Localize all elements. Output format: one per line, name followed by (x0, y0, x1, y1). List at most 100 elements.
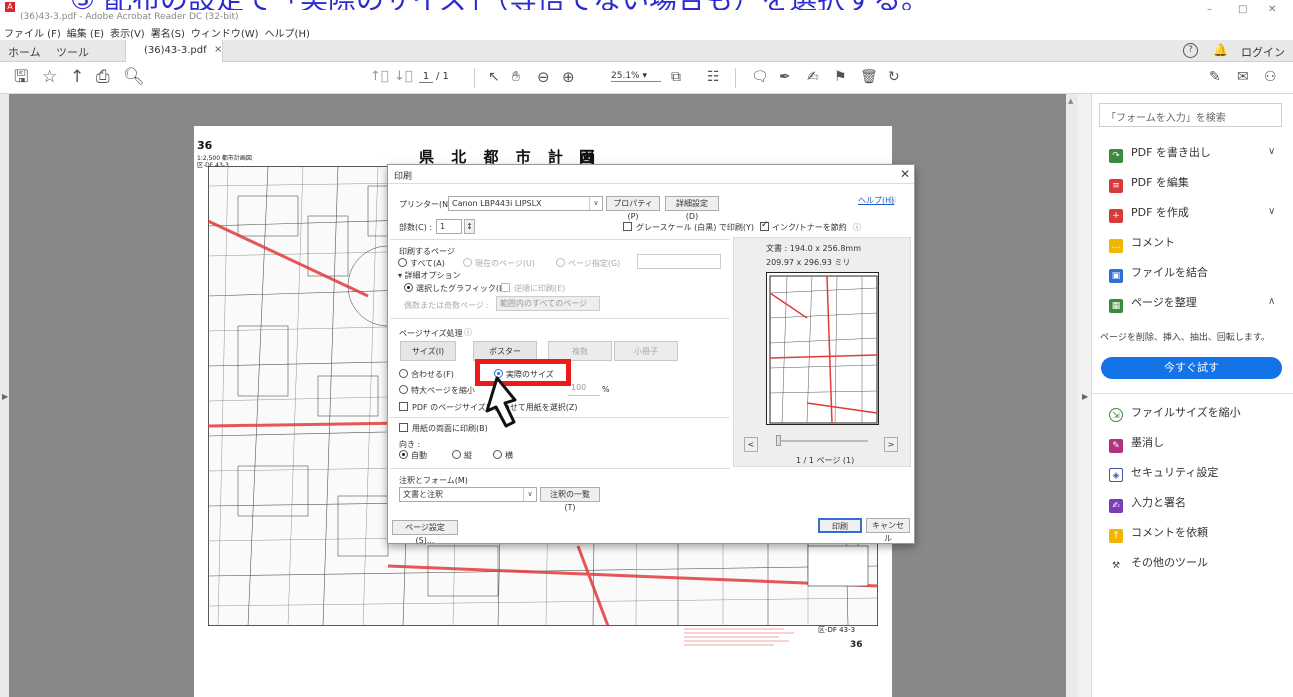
menu-edit[interactable]: 編集 (E) (67, 25, 104, 40)
zoom-level-select[interactable]: 25.1% ▾ (611, 71, 661, 82)
help-info-icon[interactable]: ⓘ (888, 195, 896, 206)
pen-icon[interactable]: ✒ (779, 68, 791, 86)
comment-icon[interactable]: 🗨︎ (751, 68, 769, 86)
tab-tools[interactable]: ツール (56, 44, 89, 60)
poster-button[interactable]: ポスター (473, 341, 537, 361)
collapse-pane-icon[interactable]: ▶ (1082, 392, 1088, 401)
shrink-radio[interactable] (399, 385, 408, 394)
bell-icon[interactable]: 🔔 (1213, 43, 1228, 57)
hand-tool-icon[interactable]: ✋︎ (512, 68, 520, 86)
advanced-button[interactable]: 詳細設定(D) (665, 196, 719, 221)
orientation-portrait-radio[interactable] (452, 450, 461, 459)
tool-request-comments[interactable]: ↑ コメントを依頼 (1109, 524, 1208, 543)
tab-document[interactable]: (36)43-3.pdf × (125, 40, 223, 62)
selected-graphic-radio[interactable] (404, 283, 413, 292)
tool-redact[interactable]: ✎ 墨消し (1109, 434, 1164, 453)
zoom-in-icon[interactable]: ⊕ (562, 68, 575, 86)
duplex-checkbox[interactable] (399, 423, 408, 432)
tools-search-input[interactable]: 「フォームを入力」を検索 (1099, 103, 1282, 127)
tool-compress-pdf[interactable]: ⇲ ファイルサイズを縮小 (1109, 404, 1241, 422)
grayscale-checkbox[interactable] (623, 222, 632, 231)
tool-edit-pdf[interactable]: ≡ PDF を編集 (1109, 174, 1189, 193)
print-button[interactable]: 印刷 (818, 518, 862, 533)
save-ink-info-icon[interactable]: ⓘ (853, 222, 861, 233)
add-user-icon[interactable]: ⚇ (1264, 68, 1277, 86)
upload-icon[interactable]: ↑ (70, 68, 84, 86)
copies-stepper[interactable]: ↕ (464, 219, 475, 234)
size-button[interactable]: サイズ(I) (400, 341, 456, 361)
reverse-checkbox[interactable] (501, 283, 510, 292)
preview-next-button[interactable]: > (884, 437, 898, 452)
bookmark-star-icon[interactable]: ☆ (42, 68, 57, 86)
zoom-out-icon[interactable]: ⊖ (537, 68, 550, 86)
expand-left-panel-icon[interactable]: ▶ (2, 392, 8, 401)
tool-more-tools[interactable]: ⚒ その他のツール (1109, 554, 1208, 573)
page-fit-icon[interactable]: ⧉ (671, 68, 681, 86)
sign-icon[interactable]: ✍︎ (807, 68, 819, 86)
menu-view[interactable]: 表示(V) (110, 25, 145, 40)
tab-home[interactable]: ホーム (8, 44, 41, 60)
prev-page-icon[interactable]: ↑⃝ (370, 68, 389, 86)
chevron-down-icon[interactable]: ∨ (1268, 206, 1275, 217)
preview-slider-track[interactable] (778, 440, 868, 442)
booklet-button[interactable]: 小冊子 (614, 341, 678, 361)
try-now-button[interactable]: 今すぐ試す (1101, 357, 1282, 379)
maximize-button[interactable]: □ (1238, 4, 1247, 15)
dialog-close-icon[interactable]: ✕ (900, 167, 910, 181)
custom-scale-input[interactable]: 100 (568, 381, 600, 396)
printer-select[interactable]: Canon LBP443i LIPSLX ∨ (448, 196, 603, 211)
minimize-button[interactable]: – (1207, 4, 1212, 15)
rotate-icon[interactable]: ↻ (888, 68, 900, 86)
menu-file[interactable]: ファイル (F) (4, 25, 61, 40)
page-number-input[interactable]: 1 (419, 71, 433, 83)
preview-prev-button[interactable]: < (744, 437, 758, 452)
all-pages-radio[interactable] (398, 258, 407, 267)
summarize-comments-button[interactable]: 注釈の一覧(T) (540, 487, 600, 512)
tool-export-pdf[interactable]: ↷ PDF を書き出し (1109, 144, 1211, 163)
chevron-up-icon[interactable]: ∧ (1268, 296, 1275, 307)
close-window-button[interactable]: ✕ (1268, 4, 1276, 15)
fill-sign-icon[interactable]: ✎ (1209, 68, 1221, 86)
fit-radio[interactable] (399, 369, 408, 378)
orientation-auto-radio[interactable] (399, 450, 408, 459)
scroll-up-icon[interactable]: ▲ (1068, 97, 1073, 105)
menu-help[interactable]: ヘルプ(H) (265, 25, 310, 40)
properties-button[interactable]: プロパティ(P) (606, 196, 660, 221)
tool-create-pdf[interactable]: + PDF を作成 (1109, 204, 1189, 223)
more-options-toggle[interactable]: ▾ 詳細オプション (398, 270, 461, 281)
save-ink-checkbox[interactable] (760, 220, 769, 231)
delete-icon[interactable]: 🗑︎ (860, 68, 878, 86)
tab-close-icon[interactable]: × (214, 44, 222, 55)
multiple-button[interactable]: 複数 (548, 341, 612, 361)
vertical-scrollbar[interactable] (1066, 94, 1078, 697)
tool-comment[interactable]: … コメント (1109, 234, 1175, 253)
tool-fill-sign[interactable]: ✍︎ 入力と署名 (1109, 494, 1186, 513)
page-setup-button[interactable]: ページ設定(S)... (392, 520, 458, 545)
copies-input[interactable]: 1 (436, 219, 462, 234)
next-page-icon[interactable]: ↓⃝ (394, 68, 413, 86)
tool-organize-pages[interactable]: ▦ ページを整理 (1109, 294, 1197, 313)
orientation-landscape-radio[interactable] (493, 450, 502, 459)
pdf-paper-checkbox[interactable] (399, 402, 408, 411)
preview-slider-handle[interactable] (776, 435, 781, 446)
help-icon[interactable]: ? (1183, 43, 1198, 58)
odd-even-select[interactable]: 範囲内のすべてのページ (496, 296, 600, 311)
current-page-radio[interactable] (463, 258, 472, 267)
login-link[interactable]: ログイン (1241, 44, 1285, 60)
select-arrow-icon[interactable]: ↖ (488, 68, 500, 86)
comments-select[interactable]: 文書と注釈 ∨ (399, 487, 537, 502)
chevron-down-icon[interactable]: ∨ (1268, 146, 1275, 157)
page-range-radio[interactable] (556, 258, 565, 267)
save-icon[interactable]: 🖫 (14, 68, 28, 86)
page-sizing-info-icon[interactable]: ⓘ (464, 327, 472, 338)
menu-window[interactable]: ウィンドウ(W) (191, 25, 259, 40)
tool-combine-files[interactable]: ▣ ファイルを結合 (1109, 264, 1208, 283)
scroll-mode-icon[interactable]: ☷ (707, 68, 720, 86)
tool-protect[interactable]: ◈ セキュリティ設定 (1109, 464, 1218, 482)
menu-sign[interactable]: 署名(S) (151, 25, 185, 40)
cancel-button[interactable]: キャンセル (866, 518, 910, 543)
print-icon[interactable]: ⎙ (96, 68, 110, 86)
email-icon[interactable]: ✉ (1237, 68, 1249, 86)
stamp-icon[interactable]: ⚑ (834, 68, 847, 86)
search-icon[interactable]: 🔍︎ (123, 68, 145, 86)
